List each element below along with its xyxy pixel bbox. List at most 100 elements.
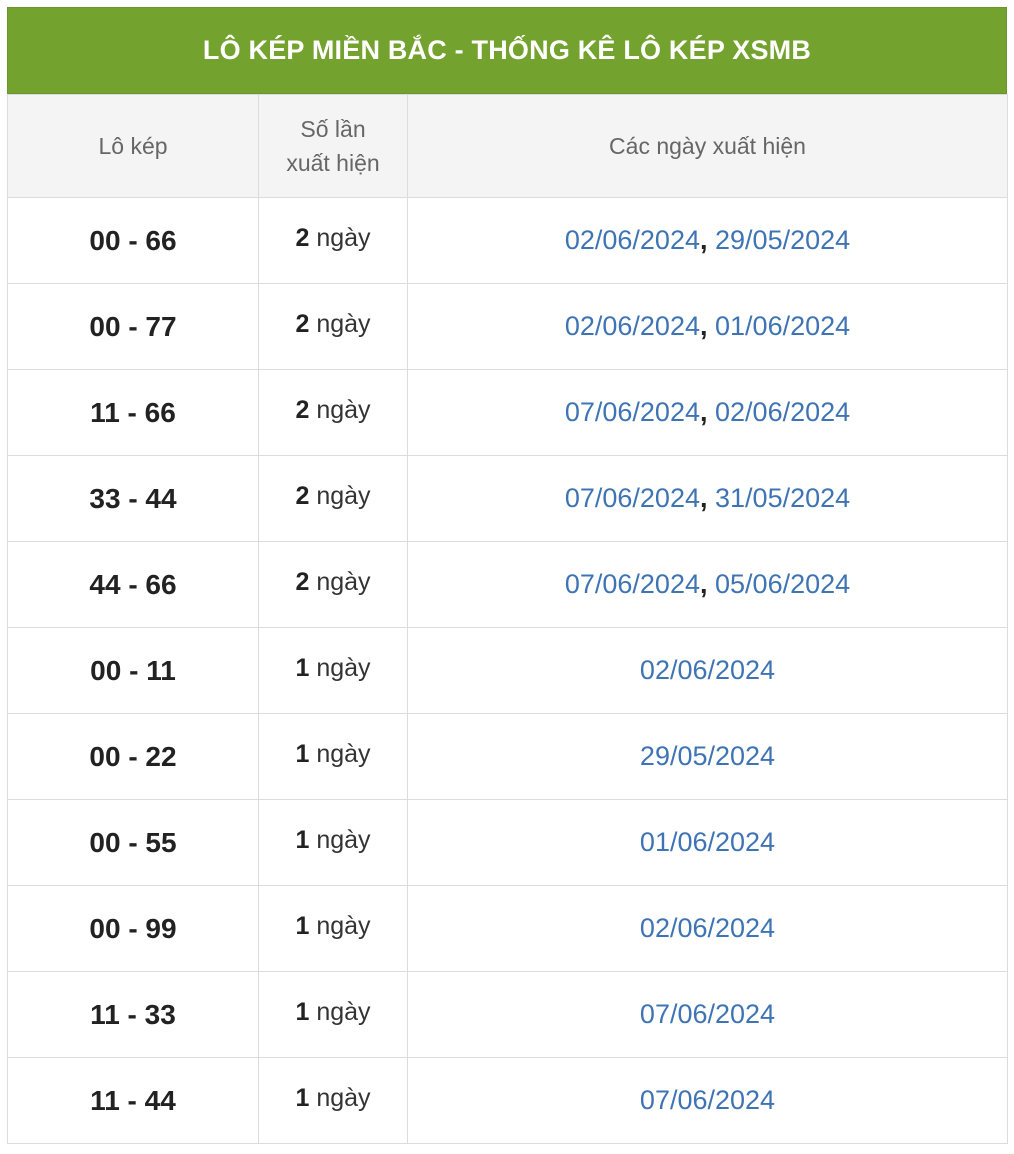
- date-link[interactable]: 02/06/2024: [565, 225, 700, 255]
- count-unit: ngày: [316, 740, 371, 768]
- count-unit: ngày: [316, 654, 371, 682]
- date-link[interactable]: 02/06/2024: [565, 311, 700, 341]
- date-link[interactable]: 01/06/2024: [640, 827, 775, 857]
- count-unit: ngày: [316, 1084, 371, 1112]
- pair-cell: 44 - 66: [7, 541, 259, 628]
- table-row: 44 - 66 2 ngày 07/06/2024, 05/06/2024: [7, 541, 1008, 628]
- lo-kep-table: Lô kép Số lần xuất hiện Các ngày xuất hi…: [7, 94, 1008, 1144]
- date-separator: ,: [699, 483, 708, 513]
- table-header-row: Lô kép Số lần xuất hiện Các ngày xuất hi…: [7, 94, 1008, 198]
- count-cell: 2 ngày: [258, 455, 408, 542]
- count-cell: 1 ngày: [258, 627, 408, 714]
- dates-cell: 02/06/2024: [407, 885, 1008, 972]
- count-text: 1 ngày: [295, 740, 370, 768]
- count-number: 2: [295, 310, 310, 338]
- table-row: 00 - 99 1 ngày 02/06/2024: [7, 885, 1008, 972]
- panel-title: LÔ KÉP MIỀN BẮC - THỐNG KÊ LÔ KÉP XSMB: [7, 7, 1007, 94]
- count-number: 2: [295, 568, 310, 596]
- date-link[interactable]: 05/06/2024: [715, 569, 850, 599]
- count-text: 1 ngày: [295, 912, 370, 940]
- count-unit: ngày: [316, 396, 371, 424]
- dates-cell: 02/06/2024: [407, 627, 1008, 714]
- count-cell: 1 ngày: [258, 1057, 408, 1144]
- dates-cell: 02/06/2024, 29/05/2024: [407, 197, 1008, 284]
- date-link[interactable]: 01/06/2024: [715, 311, 850, 341]
- count-number: 2: [295, 396, 310, 424]
- dates-cell: 29/05/2024: [407, 713, 1008, 800]
- pair-cell: 11 - 66: [7, 369, 259, 456]
- header-cac-ngay: Các ngày xuất hiện: [407, 94, 1008, 198]
- count-unit: ngày: [316, 912, 371, 940]
- date-separator: ,: [699, 569, 708, 599]
- count-number: 1: [295, 826, 310, 854]
- date-link[interactable]: 29/05/2024: [640, 741, 775, 771]
- count-number: 1: [295, 1084, 310, 1112]
- dates-cell: 07/06/2024, 31/05/2024: [407, 455, 1008, 542]
- pair-cell: 00 - 11: [7, 627, 259, 714]
- date-link[interactable]: 07/06/2024: [640, 1085, 775, 1115]
- count-text: 2 ngày: [295, 224, 370, 252]
- count-unit: ngày: [316, 224, 371, 252]
- count-number: 2: [295, 482, 310, 510]
- date-link[interactable]: 07/06/2024: [565, 569, 700, 599]
- table-row: 00 - 22 1 ngày 29/05/2024: [7, 713, 1008, 800]
- date-separator: ,: [699, 397, 708, 427]
- table-row: 11 - 33 1 ngày 07/06/2024: [7, 971, 1008, 1058]
- count-text: 1 ngày: [295, 998, 370, 1026]
- table-row: 00 - 55 1 ngày 01/06/2024: [7, 799, 1008, 886]
- count-cell: 2 ngày: [258, 541, 408, 628]
- date-link[interactable]: 07/06/2024: [565, 483, 700, 513]
- count-cell: 2 ngày: [258, 197, 408, 284]
- date-separator: ,: [699, 225, 708, 255]
- header-so-lan: Số lần xuất hiện: [258, 94, 408, 198]
- pair-cell: 00 - 22: [7, 713, 259, 800]
- table-row: 00 - 11 1 ngày 02/06/2024: [7, 627, 1008, 714]
- dates-cell: 01/06/2024: [407, 799, 1008, 886]
- count-text: 1 ngày: [295, 1084, 370, 1112]
- dates-cell: 07/06/2024, 02/06/2024: [407, 369, 1008, 456]
- count-text: 2 ngày: [295, 568, 370, 596]
- count-cell: 1 ngày: [258, 971, 408, 1058]
- table-row: 11 - 66 2 ngày 07/06/2024, 02/06/2024: [7, 369, 1008, 456]
- table-body: 00 - 66 2 ngày 02/06/2024, 29/05/2024 00 - …: [7, 197, 1008, 1144]
- count-cell: 1 ngày: [258, 799, 408, 886]
- date-link[interactable]: 02/06/2024: [715, 397, 850, 427]
- table-row: 33 - 44 2 ngày 07/06/2024, 31/05/2024: [7, 455, 1008, 542]
- pair-cell: 11 - 33: [7, 971, 259, 1058]
- date-link[interactable]: 07/06/2024: [565, 397, 700, 427]
- table-row: 00 - 77 2 ngày 02/06/2024, 01/06/2024: [7, 283, 1008, 370]
- date-link[interactable]: 31/05/2024: [715, 483, 850, 513]
- count-number: 1: [295, 912, 310, 940]
- count-unit: ngày: [316, 998, 371, 1026]
- date-link[interactable]: 02/06/2024: [640, 655, 775, 685]
- date-link[interactable]: 07/06/2024: [640, 999, 775, 1029]
- date-link[interactable]: 02/06/2024: [640, 913, 775, 943]
- count-number: 1: [295, 998, 310, 1026]
- count-number: 1: [295, 740, 310, 768]
- count-text: 2 ngày: [295, 310, 370, 338]
- dates-cell: 07/06/2024: [407, 971, 1008, 1058]
- count-unit: ngày: [316, 310, 371, 338]
- dates-cell: 07/06/2024: [407, 1057, 1008, 1144]
- pair-cell: 00 - 55: [7, 799, 259, 886]
- count-cell: 1 ngày: [258, 885, 408, 972]
- header-so-lan-text: Số lần xuất hiện: [286, 116, 380, 176]
- count-unit: ngày: [316, 826, 371, 854]
- count-cell: 2 ngày: [258, 283, 408, 370]
- pair-cell: 33 - 44: [7, 455, 259, 542]
- count-number: 1: [295, 654, 310, 682]
- pair-cell: 00 - 99: [7, 885, 259, 972]
- dates-cell: 02/06/2024, 01/06/2024: [407, 283, 1008, 370]
- count-unit: ngày: [316, 568, 371, 596]
- pair-cell: 11 - 44: [7, 1057, 259, 1144]
- count-text: 2 ngày: [295, 396, 370, 424]
- count-text: 2 ngày: [295, 482, 370, 510]
- table-row: 00 - 66 2 ngày 02/06/2024, 29/05/2024: [7, 197, 1008, 284]
- count-cell: 1 ngày: [258, 713, 408, 800]
- count-text: 1 ngày: [295, 826, 370, 854]
- lo-kep-stats-panel: LÔ KÉP MIỀN BẮC - THỐNG KÊ LÔ KÉP XSMB L…: [7, 7, 1008, 1144]
- count-cell: 2 ngày: [258, 369, 408, 456]
- date-link[interactable]: 29/05/2024: [715, 225, 850, 255]
- count-unit: ngày: [316, 482, 371, 510]
- pair-cell: 00 - 66: [7, 197, 259, 284]
